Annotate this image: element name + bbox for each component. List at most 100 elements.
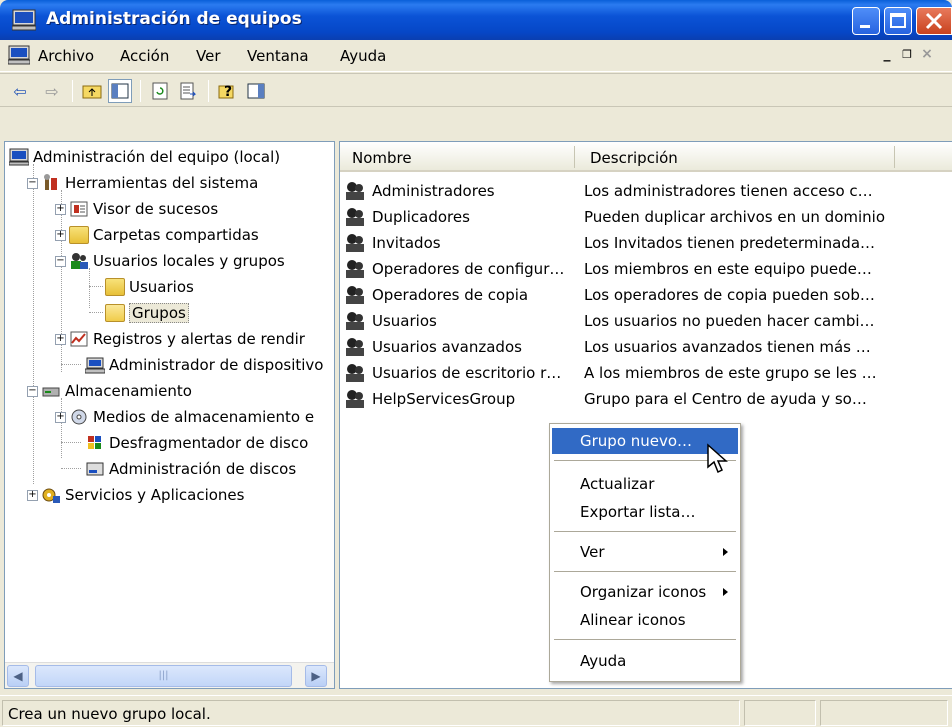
group-name: Usuarios <box>372 312 437 330</box>
menu-item-ver[interactable]: Ver <box>552 539 738 565</box>
tree-servicios[interactable]: Servicios y Aplicaciones <box>41 484 244 506</box>
scroll-left-button[interactable]: ◀ <box>7 665 29 687</box>
export-list-button[interactable] <box>176 79 200 103</box>
toolbar-separator <box>208 80 209 102</box>
tree-label: Desfragmentador de disco <box>109 434 309 452</box>
submenu-arrow-icon <box>723 548 728 556</box>
mdi-restore-icon[interactable]: ❐ <box>898 47 918 65</box>
minimize-button[interactable] <box>852 7 880 35</box>
group-description: Los usuarios no pueden hacer cambi… <box>584 312 875 330</box>
tree-guide <box>89 268 90 308</box>
expand-toggle[interactable]: + <box>55 334 66 345</box>
expand-toggle[interactable]: + <box>55 412 66 423</box>
scrollbar-thumb[interactable]: ||| <box>35 665 292 687</box>
menu-ver[interactable]: Ver <box>196 47 221 65</box>
collapse-toggle[interactable]: − <box>27 178 38 189</box>
tree-desfragmentador[interactable]: Desfragmentador de disco <box>85 432 308 454</box>
users-groups-icon <box>71 253 88 269</box>
status-panel-main: Crea un nuevo grupo local. <box>2 700 740 726</box>
tree-medios[interactable]: Medios de almacenamiento e <box>69 406 314 428</box>
menu-ayuda[interactable]: Ayuda <box>340 47 386 65</box>
menu-accion[interactable]: Acción <box>120 47 169 65</box>
tree-usuarios[interactable]: Usuarios <box>105 276 194 298</box>
group-icon <box>346 286 364 304</box>
menu-item-organizar-iconos[interactable]: Organizar iconos <box>552 579 738 605</box>
group-name: Operadores de copia <box>372 286 529 304</box>
list-row[interactable]: Invitados Los Invitados tienen predeterm… <box>344 230 944 256</box>
tree-grupos[interactable]: Grupos <box>105 302 189 324</box>
list-row[interactable]: Operadores de copia Los operadores de co… <box>344 282 944 308</box>
up-folder-icon <box>82 85 102 99</box>
group-description: Pueden duplicar archivos en un dominio <box>584 208 886 226</box>
list-row[interactable]: Usuarios Los usuarios no pueden hacer ca… <box>344 308 944 334</box>
app-menu-icon[interactable] <box>8 45 30 65</box>
shared-folder-icon <box>69 226 89 244</box>
expand-toggle[interactable]: + <box>55 230 66 241</box>
console-tree-icon <box>111 83 129 99</box>
tree-almacenamiento[interactable]: Almacenamiento <box>41 380 192 402</box>
tree-admin-discos[interactable]: Administración de discos <box>85 458 296 480</box>
maximize-button[interactable] <box>884 7 912 35</box>
group-name: HelpServicesGroup <box>372 390 516 408</box>
chevron-left-icon: ◀ <box>13 669 23 683</box>
tree-label: Medios de almacenamiento e <box>93 408 315 426</box>
menu-archivo[interactable]: Archivo <box>38 47 94 65</box>
tree-label: Grupos <box>129 303 189 323</box>
tree-visor[interactable]: Visor de sucesos <box>69 198 218 220</box>
storage-icon <box>42 387 60 397</box>
tree-registros[interactable]: Registros y alertas de rendir <box>69 328 305 350</box>
tree-herramientas[interactable]: Herramientas del sistema <box>41 172 258 194</box>
help-button[interactable]: ? <box>216 79 240 103</box>
column-divider[interactable] <box>574 146 575 168</box>
group-icon <box>346 338 364 356</box>
open-folder-icon <box>105 304 125 322</box>
show-hide-tree-button[interactable] <box>108 79 132 103</box>
forward-button[interactable]: ⇨ <box>40 79 64 103</box>
removable-storage-icon <box>71 409 87 425</box>
status-bar: Crea un nuevo grupo local. <box>0 695 952 727</box>
list-row[interactable]: HelpServicesGroup Grupo para el Centro d… <box>344 386 944 412</box>
maximize-icon <box>890 13 906 28</box>
menu-item-alinear-iconos[interactable]: Alinear iconos <box>552 607 738 633</box>
tree-carpetas[interactable]: Carpetas compartidas <box>69 224 259 246</box>
tree-usuarios-grupos[interactable]: Usuarios locales y grupos <box>69 250 285 272</box>
group-name: Operadores de configur… <box>372 260 565 278</box>
collapse-toggle[interactable]: − <box>55 256 66 267</box>
up-one-level-button[interactable] <box>80 79 104 103</box>
collapse-toggle[interactable]: − <box>27 386 38 397</box>
tree-label: Administración del equipo (local) <box>33 148 281 166</box>
back-button[interactable]: ⇦ <box>8 79 32 103</box>
tree-admin-dispositivos[interactable]: Administrador de dispositivo <box>85 354 323 376</box>
group-icon <box>346 260 364 278</box>
submenu-arrow-icon <box>723 588 728 596</box>
toolbar: ⇦ ⇨ ? <box>0 73 952 107</box>
menu-bar: Archivo Acción Ver Ventana Ayuda _ ❐ × <box>0 40 952 72</box>
close-button[interactable] <box>916 7 952 35</box>
tree-label: Usuarios <box>129 278 194 296</box>
menu-item-ayuda[interactable]: Ayuda <box>552 648 738 674</box>
column-header-name[interactable]: Nombre <box>352 149 412 167</box>
mdi-minimize-icon[interactable]: _ <box>878 46 898 64</box>
tree-horizontal-scrollbar[interactable]: ◀ ||| ▶ <box>5 662 334 688</box>
list-row[interactable]: Operadores de configur… Los miembros en … <box>344 256 944 282</box>
menu-item-exportar-lista[interactable]: Exportar lista… <box>552 499 738 525</box>
tree-guide <box>89 286 103 287</box>
refresh-button[interactable] <box>148 79 172 103</box>
expand-toggle[interactable]: + <box>27 490 38 501</box>
scroll-right-button[interactable]: ▶ <box>305 665 327 687</box>
show-hide-action-pane-button[interactable] <box>244 79 268 103</box>
column-divider[interactable] <box>894 146 895 168</box>
tree-root[interactable]: Administración del equipo (local) <box>9 146 280 168</box>
menu-ventana[interactable]: Ventana <box>247 47 309 65</box>
mdi-close-icon[interactable]: × <box>918 46 938 64</box>
tree-label: Usuarios locales y grupos <box>93 252 285 270</box>
group-icon <box>346 390 364 408</box>
column-header-description[interactable]: Descripción <box>590 149 678 167</box>
svg-text:?: ? <box>224 84 232 100</box>
list-row[interactable]: Administradores Los administradores tien… <box>344 178 944 204</box>
list-row[interactable]: Duplicadores Pueden duplicar archivos en… <box>344 204 944 230</box>
expand-toggle[interactable]: + <box>55 204 66 215</box>
list-row[interactable]: Usuarios de escritorio r… A los miembros… <box>344 360 944 386</box>
tree-guide <box>89 312 103 313</box>
list-row[interactable]: Usuarios avanzados Los usuarios avanzado… <box>344 334 944 360</box>
